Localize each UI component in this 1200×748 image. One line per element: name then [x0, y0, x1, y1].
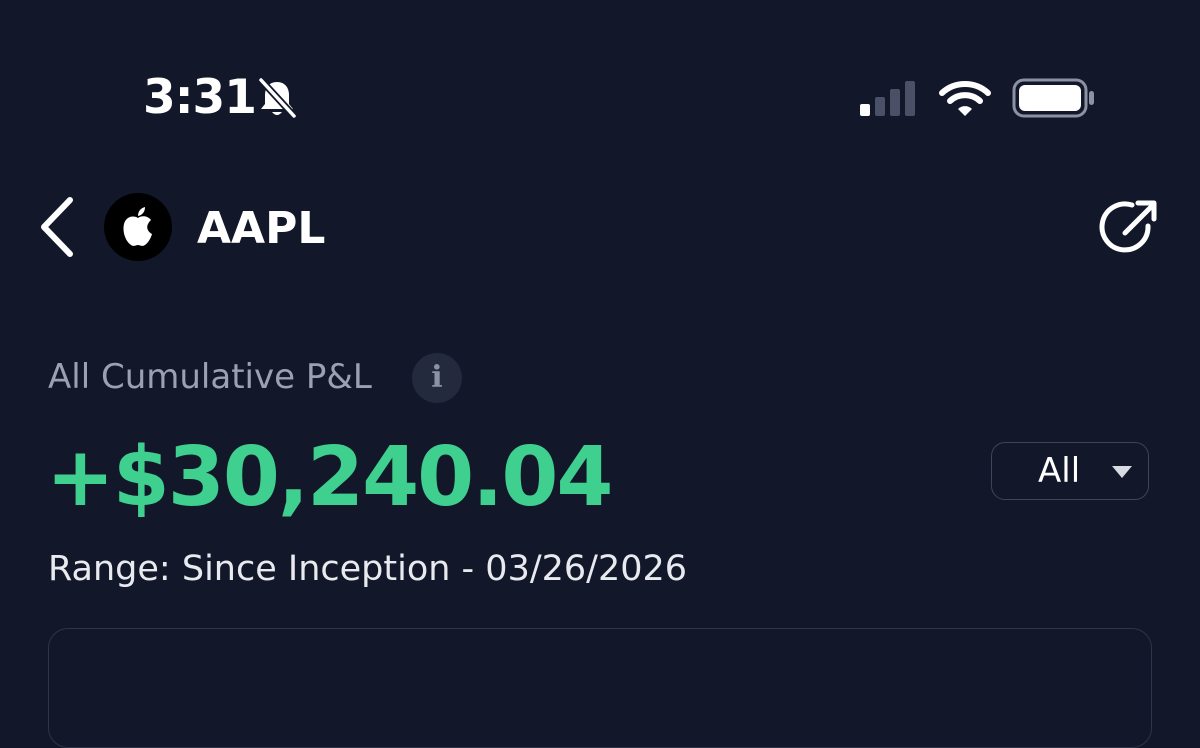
bell-slash-icon [257, 76, 298, 120]
battery-icon [1012, 78, 1094, 118]
range-text: Range: Since Inception - 03/26/2026 [48, 549, 688, 589]
back-button[interactable] [34, 194, 84, 260]
pnl-value: +$30,240.04 [46, 430, 613, 525]
share-arrow-icon [1099, 200, 1157, 253]
chart-card [48, 628, 1152, 748]
share-button[interactable] [1098, 196, 1162, 260]
caret-down-icon [1112, 466, 1132, 478]
info-button[interactable]: i [412, 353, 462, 403]
status-time: 3:31 [143, 70, 257, 125]
cellular-signal-icon [860, 81, 915, 116]
chevron-left-icon [41, 197, 73, 257]
range-select-label: All [1038, 451, 1081, 491]
ticker-logo [104, 193, 172, 261]
ticker-symbol: AAPL [197, 203, 326, 254]
info-icon: i [431, 360, 443, 395]
apple-logo-icon [123, 207, 152, 246]
pnl-label: All Cumulative P&L [48, 357, 372, 397]
wifi-icon [939, 81, 991, 116]
